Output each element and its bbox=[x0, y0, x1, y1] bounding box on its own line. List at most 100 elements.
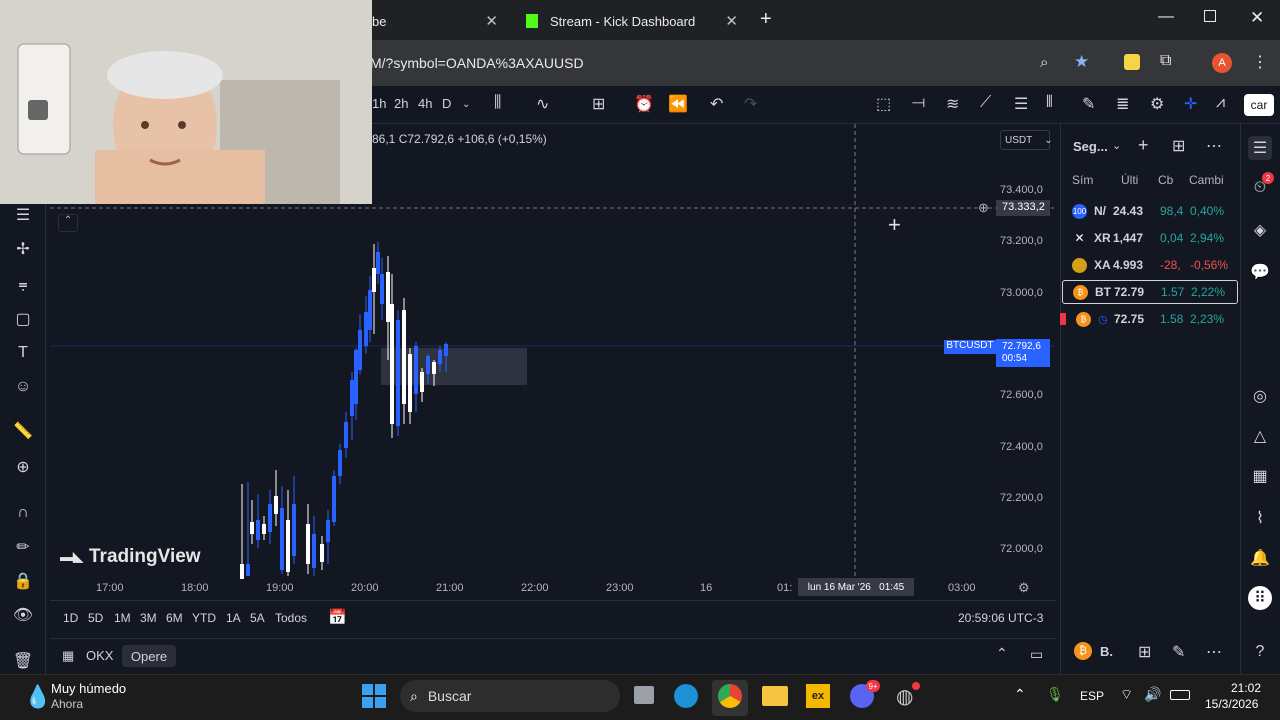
clock-time[interactable]: 21:02 bbox=[1231, 681, 1261, 695]
range-1d[interactable]: 1D bbox=[63, 611, 78, 625]
visibility-icon[interactable]: 👁 bbox=[12, 604, 34, 626]
crosshair-icon[interactable]: ✢ bbox=[12, 238, 34, 260]
indicators-icon[interactable]: ∿ bbox=[536, 94, 549, 114]
help-icon[interactable]: ? bbox=[1248, 640, 1272, 664]
new-tab-button[interactable]: + bbox=[760, 8, 772, 31]
zoom-search-icon[interactable]: ⌕ bbox=[1040, 54, 1048, 71]
zigzag-tool-icon[interactable]: ⩘ bbox=[1216, 94, 1225, 112]
settings-tool-icon[interactable]: ⚙ bbox=[1150, 94, 1164, 114]
crosshair-tool-icon[interactable]: ✛ bbox=[1184, 94, 1197, 114]
utc-clock[interactable]: 20:59:06 UTC-3 bbox=[958, 611, 1043, 625]
layers-icon[interactable]: ◈ bbox=[1248, 218, 1272, 242]
calendar-icon[interactable]: ▦ bbox=[1248, 464, 1272, 488]
horizontal-line-icon[interactable]: ⟞ bbox=[912, 94, 925, 112]
lock-icon[interactable]: 🔒 bbox=[12, 570, 34, 592]
watchlist-row[interactable]: 100 N/24.43 98,4 0,40% bbox=[1062, 199, 1238, 223]
pattern-tool-icon[interactable]: ≣ bbox=[1116, 94, 1129, 114]
clock-date[interactable]: 15/3/2026 bbox=[1205, 697, 1258, 711]
interval-1h[interactable]: 1h bbox=[372, 96, 386, 111]
battery-icon[interactable] bbox=[1170, 690, 1190, 700]
watchlist-title[interactable]: Seg... bbox=[1073, 139, 1108, 154]
range-5a[interactable]: 5A bbox=[250, 611, 265, 625]
chat-icon[interactable]: 💬 bbox=[1248, 260, 1272, 284]
flag-marker[interactable] bbox=[1060, 313, 1066, 325]
tab-previous[interactable]: be ✕ bbox=[372, 6, 512, 36]
chart-settings-icon[interactable]: ⚙ bbox=[1018, 580, 1030, 596]
advanced-view-icon[interactable]: ⊞ bbox=[1172, 136, 1185, 156]
tab-kick-dashboard[interactable]: Stream - Kick Dashboard ✕ bbox=[518, 6, 748, 36]
chrome-icon[interactable] bbox=[718, 684, 742, 708]
range-5d[interactable]: 5D bbox=[88, 611, 103, 625]
apps-grid-icon[interactable]: ⠿ bbox=[1248, 586, 1272, 610]
minimize-icon[interactable]: — bbox=[1158, 8, 1174, 26]
details-symbol[interactable]: B. bbox=[1100, 644, 1113, 659]
alert-icon[interactable]: ⏰ bbox=[634, 94, 654, 114]
range-ytd[interactable]: YTD bbox=[192, 611, 216, 625]
edit-icon[interactable]: ✎ bbox=[1172, 642, 1185, 662]
widgets-icon[interactable]: ⊞ bbox=[1138, 642, 1151, 662]
shape-tool-icon[interactable]: ▢ bbox=[12, 308, 34, 330]
range-3m[interactable]: 3M bbox=[140, 611, 157, 625]
wifi-icon[interactable]: ⌔ bbox=[1120, 686, 1133, 704]
range-6m[interactable]: 6M bbox=[166, 611, 183, 625]
replay-icon[interactable]: ⏪ bbox=[668, 94, 688, 114]
extensions-puzzle-icon[interactable]: ⧉ bbox=[1160, 52, 1171, 70]
redo-icon[interactable]: ↷ bbox=[744, 94, 757, 114]
col-last[interactable]: Últi bbox=[1121, 173, 1138, 187]
language-indicator[interactable]: ESP bbox=[1080, 689, 1104, 703]
collapse-up-icon[interactable]: ⌃ bbox=[996, 645, 1008, 662]
close-window-icon[interactable]: ✕ bbox=[1250, 8, 1264, 28]
watchlist-row[interactable]: ₿ BT 72.79 1.57 2,22% bbox=[1062, 280, 1238, 304]
browser-menu-icon[interactable]: ⋮ bbox=[1252, 52, 1268, 72]
watchlist-icon[interactable]: ☰ bbox=[1248, 136, 1272, 160]
notifications-bell-icon[interactable]: 🔔 bbox=[1248, 546, 1272, 570]
menu-icon[interactable]: ☰ bbox=[12, 204, 34, 226]
trendline-icon[interactable]: ⟋ bbox=[980, 94, 991, 112]
range-all[interactable]: Todos bbox=[275, 611, 307, 625]
weather-title[interactable]: Muy húmedo bbox=[51, 681, 126, 696]
taskbar-search[interactable]: ⌕ Buscar bbox=[400, 680, 620, 712]
weather-icon[interactable]: 💧 bbox=[24, 684, 51, 710]
layouts-icon[interactable]: ⊞ bbox=[592, 94, 605, 114]
trade-button[interactable]: Opere bbox=[122, 645, 176, 667]
candle-type-icon[interactable]: ⫼ bbox=[494, 94, 501, 112]
rectangle-tool-icon[interactable]: ⬚ bbox=[876, 94, 891, 114]
range-1m[interactable]: 1M bbox=[114, 611, 131, 625]
range-1a[interactable]: 1A bbox=[226, 611, 241, 625]
more-options-icon[interactable]: ⋯ bbox=[1206, 136, 1222, 156]
watchlist-row[interactable]: XA 4.993 -28, -0,56% bbox=[1062, 253, 1238, 277]
col-symbol[interactable]: Sím bbox=[1072, 173, 1093, 187]
profile-avatar[interactable]: A bbox=[1212, 53, 1232, 73]
microphone-icon[interactable]: 🎙 bbox=[1046, 686, 1064, 703]
watchlist-row[interactable]: ₿ ◷ 72.75 1.58 2,23% bbox=[1060, 307, 1238, 331]
watchlist-dropdown-icon[interactable]: ⌄ bbox=[1112, 139, 1121, 152]
zoom-in-icon[interactable]: ⊕ bbox=[12, 456, 34, 478]
volume-icon[interactable]: 🔊 bbox=[1144, 686, 1161, 703]
tray-chevron-icon[interactable]: ⌃ bbox=[1014, 686, 1026, 703]
collapse-panel-icon[interactable]: ⌃ bbox=[58, 214, 78, 232]
interval-4h[interactable]: 4h bbox=[418, 96, 432, 111]
extension-icon[interactable] bbox=[1124, 54, 1140, 70]
file-explorer-icon[interactable] bbox=[762, 686, 788, 706]
interval-dropdown-icon[interactable]: ⌄ bbox=[462, 99, 470, 110]
channel-tool-icon[interactable]: ≋ bbox=[946, 94, 959, 114]
watchlist-row[interactable]: ✕ XR 1,447 0,04 2,94% bbox=[1062, 226, 1238, 250]
obs-icon[interactable]: ◍ bbox=[896, 684, 913, 709]
edge-icon[interactable] bbox=[674, 684, 698, 708]
undo-icon[interactable]: ↶ bbox=[710, 94, 723, 114]
url-field[interactable]: M/?symbol=OANDA%3AXAUUSD bbox=[360, 48, 1100, 78]
fib-tool-icon[interactable]: ⫴ bbox=[1046, 94, 1053, 112]
magnet-icon[interactable]: ∩ bbox=[12, 502, 34, 524]
ideas-icon[interactable]: △ bbox=[1248, 424, 1272, 448]
bookmark-star-icon[interactable]: ★ bbox=[1074, 52, 1089, 72]
ruler-icon[interactable]: 📏 bbox=[12, 420, 34, 442]
close-tab-icon[interactable]: ✕ bbox=[485, 12, 498, 30]
task-view-icon[interactable] bbox=[634, 686, 654, 704]
goto-date-icon[interactable]: 📅 bbox=[328, 608, 347, 626]
currency-selector[interactable]: USDT ⌄ bbox=[1000, 130, 1053, 150]
draw-mode-icon[interactable]: ✏ bbox=[12, 536, 34, 558]
details-more-icon[interactable]: ⋯ bbox=[1206, 642, 1222, 662]
restore-icon[interactable] bbox=[1204, 10, 1216, 22]
pen-tool-icon[interactable]: ✎ bbox=[1082, 94, 1095, 114]
windows-start-icon[interactable] bbox=[362, 684, 386, 708]
